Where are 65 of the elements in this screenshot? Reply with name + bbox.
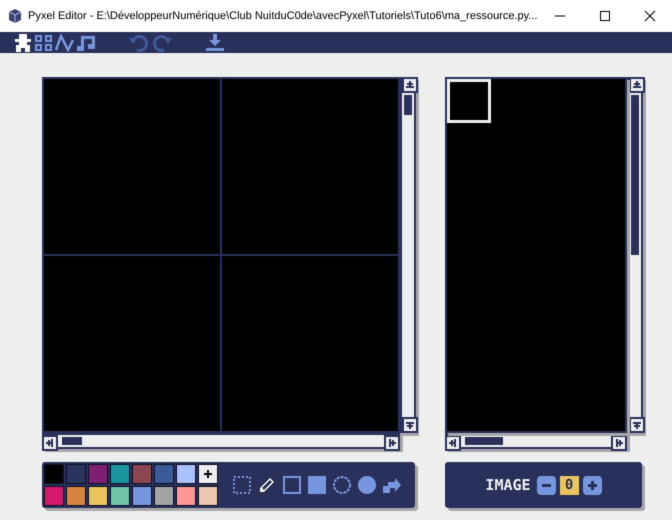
selection-icon <box>232 475 252 495</box>
horizontal-scrollbar[interactable] <box>42 433 400 449</box>
filled-square-icon <box>307 475 327 495</box>
download-icon <box>205 34 225 52</box>
scroll-thumb[interactable] <box>62 437 82 445</box>
arrow-icon <box>404 79 416 91</box>
filled-circle-icon <box>357 475 377 495</box>
arrow-icon <box>613 437 625 449</box>
toolbar-button[interactable] <box>205 34 225 52</box>
color-swatch[interactable] <box>198 464 218 484</box>
color-swatch[interactable] <box>44 486 64 506</box>
color-swatch[interactable] <box>88 486 108 506</box>
circle-icon <box>332 475 352 495</box>
scroll-thumb[interactable] <box>404 95 412 115</box>
color-swatch[interactable] <box>132 464 152 484</box>
color-swatch[interactable] <box>176 464 196 484</box>
color-swatch[interactable] <box>44 464 64 484</box>
arrow-icon <box>447 437 459 449</box>
scroll-thumb[interactable] <box>631 95 639 255</box>
scroll-down-button[interactable] <box>402 417 418 433</box>
minus-icon <box>542 484 551 486</box>
color-swatch[interactable] <box>154 486 174 506</box>
color-swatch[interactable] <box>110 486 130 506</box>
character-icon <box>13 34 33 52</box>
pencil-icon <box>257 475 277 495</box>
plus-icon <box>588 480 597 490</box>
scroll-right-button[interactable] <box>384 435 400 451</box>
scroll-up-button[interactable] <box>402 77 418 93</box>
window-title: Pyxel Editor - E:\DéveloppeurNumérique\Club NuitduC0de\avecPyxel\Tutoriels\Tuto6\ma_ressource.py... <box>28 8 538 24</box>
selection-frame[interactable] <box>447 79 491 123</box>
maximize-icon[interactable] <box>599 10 611 22</box>
redo-icon <box>152 34 172 52</box>
image-number: 0 <box>560 476 579 494</box>
decrement-button[interactable] <box>536 476 556 494</box>
arrow-icon <box>404 419 416 431</box>
plus-icon <box>203 469 213 479</box>
scroll-thumb[interactable] <box>465 437 503 445</box>
music-note-icon <box>76 34 96 52</box>
vertical-scrollbar[interactable] <box>400 77 416 433</box>
color-swatch[interactable] <box>198 486 218 506</box>
image-label: IMAGE <box>485 474 531 496</box>
color-swatch[interactable] <box>132 486 152 506</box>
undo-icon <box>129 34 149 52</box>
arrow-icon <box>631 79 643 91</box>
color-swatch[interactable] <box>88 464 108 484</box>
tool-button[interactable] <box>257 475 277 495</box>
arrow-icon <box>386 437 398 449</box>
cube-icon <box>8 9 22 23</box>
scroll-right-button[interactable] <box>611 435 627 451</box>
editor-tab[interactable] <box>13 34 33 52</box>
color-swatch[interactable] <box>110 464 130 484</box>
color-swatch[interactable] <box>66 464 86 484</box>
scroll-down-button[interactable] <box>629 417 645 433</box>
scroll-up-button[interactable] <box>629 77 645 93</box>
scroll-left-button[interactable] <box>42 435 58 451</box>
color-swatch[interactable] <box>154 464 174 484</box>
square-icon <box>282 475 302 495</box>
close-icon[interactable] <box>644 10 656 22</box>
wave-icon <box>55 34 75 52</box>
scroll-left-button[interactable] <box>445 435 461 451</box>
increment-button[interactable] <box>582 476 602 494</box>
arrow-icon <box>631 419 643 431</box>
color-swatch[interactable] <box>66 486 86 506</box>
arrow-icon <box>44 437 56 449</box>
color-swatch[interactable] <box>176 486 196 506</box>
